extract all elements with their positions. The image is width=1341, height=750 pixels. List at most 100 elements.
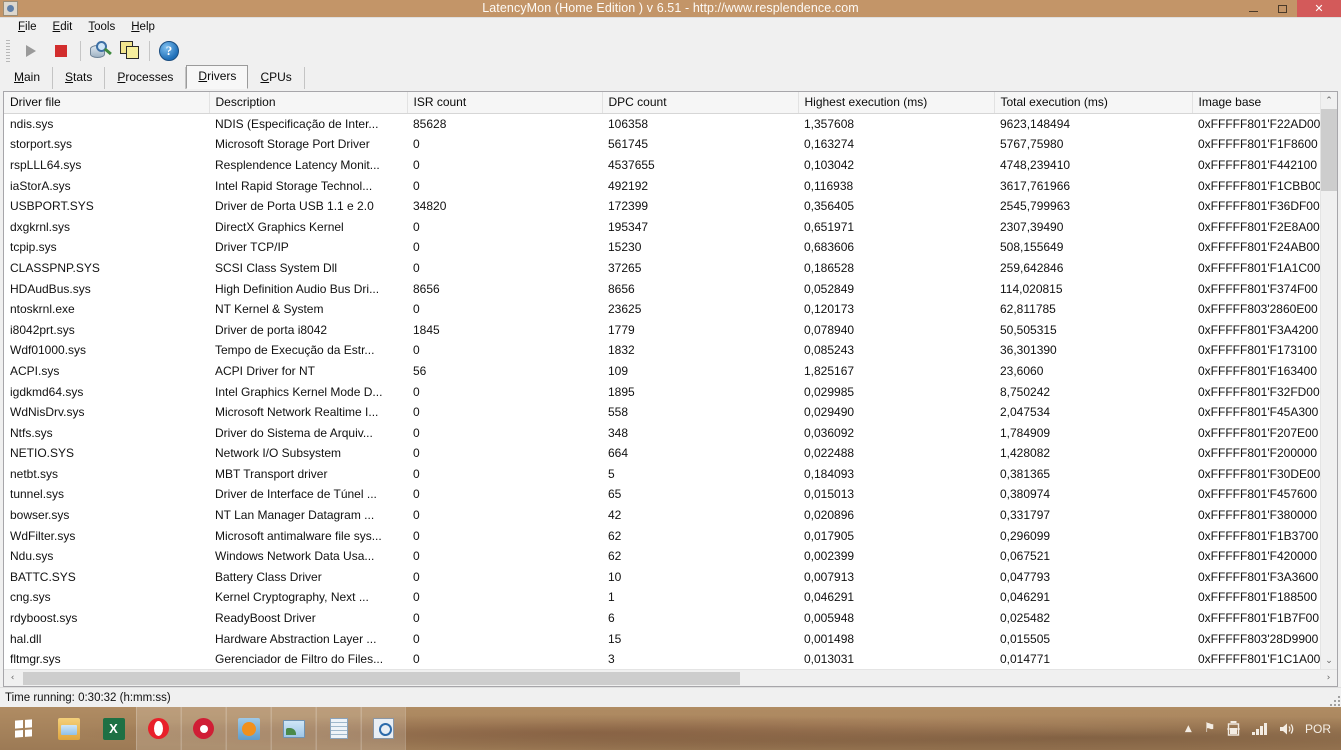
table-row[interactable]: rdyboost.sys ReadyBoost Driver 0 6 0,005948 0… [4,608,1320,629]
table-row[interactable]: i8042prt.sys Driver de porta i8042 1845 177… [4,319,1320,340]
vertical-scroll-thumb[interactable] [1321,109,1337,191]
stop-monitoring-button[interactable] [46,37,76,65]
vertical-scrollbar[interactable]: ⌃ ⌄ [1320,92,1337,669]
table-row[interactable]: ACPI.sys ACPI Driver for NT 56 109 1,825167 2… [4,361,1320,382]
cell-highest-execution: 0,007913 [804,569,855,584]
scroll-right-arrow-icon[interactable]: › [1320,669,1337,686]
windows-logo-icon [14,719,32,738]
table-row[interactable]: NETIO.SYS Network I/O Subsystem 0 664 0,0224… [4,443,1320,464]
cell-dpc-count: 1895 [608,384,635,399]
tab-main[interactable]: Main [2,67,54,89]
cell-isr-count: 0 [413,611,420,626]
column-header-highest-execution[interactable]: Highest execution (ms) [798,92,995,114]
minimize-button[interactable] [1239,0,1268,17]
column-header-dpc-count[interactable]: DPC count [602,92,799,114]
table-row[interactable]: ndis.sys NDIS (Especificação de Inter... 8… [4,114,1320,135]
cell-total-execution: 50,505315 [1000,322,1057,337]
toolbar-grip[interactable] [6,39,10,62]
language-indicator[interactable]: POR [1305,722,1331,736]
menu-item-help[interactable]: Help [123,18,163,36]
analyze-button[interactable] [85,37,115,65]
menu-item-tools[interactable]: Tools [80,18,123,36]
table-row[interactable]: rspLLL64.sys Resplendence Latency Monit..… [4,155,1320,176]
taskbar-item-latencymon[interactable] [361,707,406,750]
taskbar-item-opera[interactable] [136,707,181,750]
tab-stats[interactable]: Stats [53,67,106,89]
table-row[interactable]: Wdf01000.sys Tempo de Execução da Estr...… [4,340,1320,361]
copy-report-button[interactable] [115,37,145,65]
table-row[interactable]: USBPORT.SYS Driver de Porta USB 1.1 e 2.0… [4,196,1320,217]
table-row[interactable]: Ntfs.sys Driver do Sistema de Arquiv... 0 3… [4,422,1320,443]
cell-total-execution: 259,642846 [1000,260,1064,275]
action-center-flag-icon[interactable]: ⚑ [1204,721,1216,736]
tab-processes[interactable]: Processes [105,67,187,89]
horizontal-scrollbar[interactable]: ‹ › [4,669,1337,686]
cell-image-base: 0xFFFFF801'F457600 [1198,487,1318,502]
help-button[interactable]: ? [154,37,184,65]
table-row[interactable]: tunnel.sys Driver de Interface de Túnel .… [4,484,1320,505]
cell-dpc-count: 1 [608,590,615,605]
taskbar-item-notepad[interactable] [316,707,361,750]
taskbar-item-recorder[interactable] [181,707,226,750]
table-row[interactable]: igdkmd64.sys Intel Graphics Kernel Mode D… [4,381,1320,402]
column-header-description[interactable]: Description [209,92,408,114]
table-row[interactable]: dxgkrnl.sys DirectX Graphics Kernel 0 19534… [4,216,1320,237]
volume-icon[interactable] [1279,722,1295,736]
cell-isr-count: 0 [413,384,420,399]
taskbar-item-excel[interactable]: X [91,707,136,750]
table-row[interactable]: storport.sys Microsoft Storage Port Drive… [4,134,1320,155]
start-monitoring-button[interactable] [16,37,46,65]
table-row[interactable]: bowser.sys NT Lan Manager Datagram ... 0 42… [4,505,1320,526]
horizontal-scroll-thumb[interactable] [23,671,740,685]
menu-item-edit[interactable]: Edit [45,18,81,36]
column-header-isr-count[interactable]: ISR count [407,92,603,114]
table-row[interactable]: WdFilter.sys Microsoft antimalware file s… [4,525,1320,546]
tab-drivers[interactable]: Drivers [186,65,249,89]
table-row[interactable]: Ndu.sys Windows Network Data Usa... 0 62 0,0… [4,546,1320,567]
taskbar-item-vlc[interactable] [226,707,271,750]
cell-description: Network I/O Subsystem [215,446,342,461]
table-row[interactable]: WdNisDrv.sys Microsoft Network Realtime I… [4,402,1320,423]
scroll-down-arrow-icon[interactable]: ⌄ [1321,652,1337,669]
latencymon-taskbar-icon [373,718,394,739]
table-row[interactable]: fltmgr.sys Gerenciador de Filtro do Files… [4,649,1320,669]
scroll-up-arrow-icon[interactable]: ⌃ [1321,92,1337,109]
network-signal-icon[interactable] [1252,722,1267,735]
table-row[interactable]: HDAudBus.sys High Definition Audio Bus Dr… [4,278,1320,299]
show-hidden-icons-icon[interactable]: ▲ [1185,724,1192,734]
taskbar-item-photos[interactable] [271,707,316,750]
table-row[interactable]: BATTC.SYS Battery Class Driver 0 10 0,007913… [4,567,1320,588]
vertical-scroll-track[interactable] [1321,191,1337,652]
cell-highest-execution: 0,013031 [804,652,855,667]
close-button[interactable]: ✕ [1297,0,1341,17]
photo-viewer-icon [282,719,305,738]
resize-grip[interactable] [1328,694,1340,706]
title-bar[interactable]: LatencyMon (Home Edition ) v 6.51 - http… [0,0,1341,17]
start-button[interactable] [0,707,46,750]
speaker-glyph [1279,723,1294,734]
taskbar-item-explorer[interactable] [46,707,91,750]
table-row[interactable]: hal.dll Hardware Abstraction Layer ... 0 15… [4,628,1320,649]
play-icon [26,44,36,57]
table-row[interactable]: CLASSPNP.SYS SCSI Class System Dll 0 37265 0… [4,258,1320,279]
excel-icon: X [102,717,125,740]
table-row[interactable]: ntoskrnl.exe NT Kernel & System 0 23625 0,12… [4,299,1320,320]
table-row[interactable]: cng.sys Kernel Cryptography, Next ... 0 1 0,… [4,587,1320,608]
scroll-left-arrow-icon[interactable]: ‹ [4,669,21,686]
status-bar: Time running: 0:30:32 (h:mm:ss) [0,687,1341,707]
cell-image-base: 0xFFFFF801'F442100 [1198,157,1318,172]
column-header-driver-file[interactable]: Driver file [4,92,210,114]
table-row[interactable]: iaStorA.sys Intel Rapid Storage Technol..… [4,175,1320,196]
maximize-button[interactable] [1268,0,1297,17]
table-row[interactable]: tcpip.sys Driver TCP/IP 0 15230 0,683606 508,… [4,237,1320,258]
menu-item-file[interactable]: File [10,18,45,36]
battery-icon[interactable] [1227,721,1241,736]
column-header-total-execution[interactable]: Total execution (ms) [994,92,1193,114]
cell-image-base: 0xFFFFF803'28D9900 [1198,631,1319,646]
cell-image-base: 0xFFFFF801'F1B3700 [1198,528,1319,543]
tab-cpus[interactable]: CPUs [248,67,305,89]
battery-glyph [1227,721,1241,736]
table-row[interactable]: netbt.sys MBT Transport driver 0 5 0,184093 0… [4,464,1320,485]
column-header-image-base[interactable]: Image base [1192,92,1321,114]
cell-description: Driver TCP/IP [215,240,289,255]
